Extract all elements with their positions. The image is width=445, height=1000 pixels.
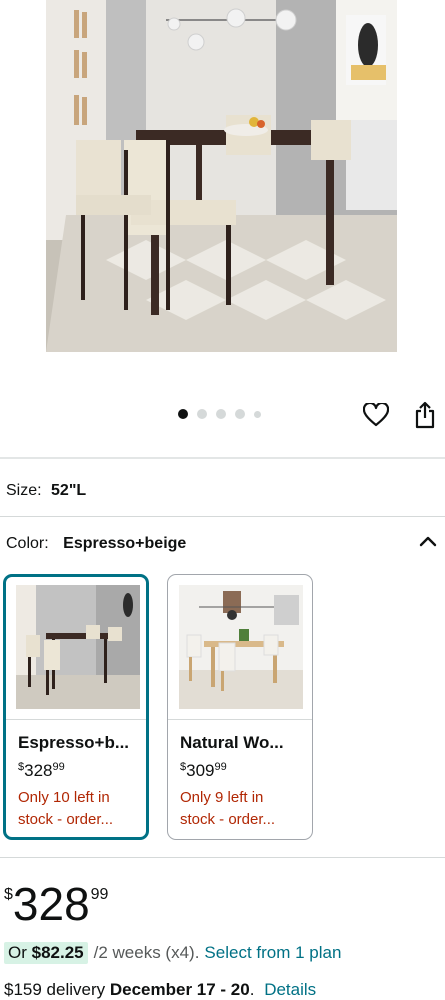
- heart-icon: [363, 403, 389, 427]
- section-divider: [0, 516, 445, 517]
- wishlist-button[interactable]: [362, 400, 390, 430]
- color-option-name: Natural Wo...: [180, 733, 284, 752]
- delivery-price: $159 delivery: [4, 980, 110, 999]
- price-whole: 328: [12, 878, 90, 930]
- carousel-dot[interactable]: [216, 409, 226, 419]
- price-currency: $: [4, 886, 13, 903]
- section-divider: [0, 857, 445, 858]
- installment-badge: Or $82.25: [4, 942, 88, 964]
- share-button[interactable]: [411, 400, 439, 430]
- installment-terms: /2 weeks (x4).: [93, 943, 200, 962]
- delivery-dates: December 17 - 20: [109, 980, 250, 999]
- product-image[interactable]: [46, 0, 397, 352]
- share-icon: [415, 401, 435, 429]
- carousel-dot[interactable]: [235, 409, 245, 419]
- size-label: Size:: [6, 482, 42, 499]
- color-option-thumbnail: [16, 585, 140, 709]
- color-option-price: $30999: [180, 761, 227, 780]
- carousel-dot[interactable]: [178, 409, 188, 419]
- chevron-up-icon[interactable]: [417, 532, 439, 552]
- product-price: $ 328 99: [4, 880, 108, 928]
- delivery-info: $159 delivery December 17 - 20. Details: [4, 980, 317, 999]
- price-fraction: 99: [90, 886, 109, 903]
- color-option-name: Espresso+b...: [18, 733, 130, 752]
- color-selector-header[interactable]: Color: Espresso+beige: [6, 535, 439, 553]
- color-option-espresso[interactable]: Espresso+b... $32899 Only 10 left in sto…: [3, 574, 149, 840]
- installment-plan: Or $82.25 /2 weeks (x4). Select from 1 p…: [4, 942, 341, 964]
- color-option-thumbnail: [179, 585, 303, 709]
- section-divider: [0, 457, 445, 459]
- carousel-dot[interactable]: [254, 410, 261, 418]
- carousel-dots[interactable]: [178, 409, 261, 419]
- size-selector[interactable]: Size: 52"L: [6, 482, 86, 500]
- delivery-details-link[interactable]: Details: [264, 980, 316, 999]
- color-option-price: $32899: [18, 761, 65, 780]
- thumbnail-divider: [168, 719, 312, 720]
- color-option-stock: Only 9 left in stock - order...: [180, 789, 276, 828]
- carousel-dot[interactable]: [197, 409, 207, 419]
- color-label: Color:: [6, 535, 49, 552]
- size-value: 52"L: [51, 482, 87, 499]
- thumbnail-divider: [6, 719, 146, 720]
- color-option-natural-wood[interactable]: Natural Wo... $30999 Only 9 left in stoc…: [167, 574, 313, 840]
- select-plan-link[interactable]: Select from 1 plan: [204, 943, 341, 963]
- color-value: Espresso+beige: [63, 535, 187, 552]
- color-option-stock: Only 10 left in stock - order...: [18, 789, 114, 828]
